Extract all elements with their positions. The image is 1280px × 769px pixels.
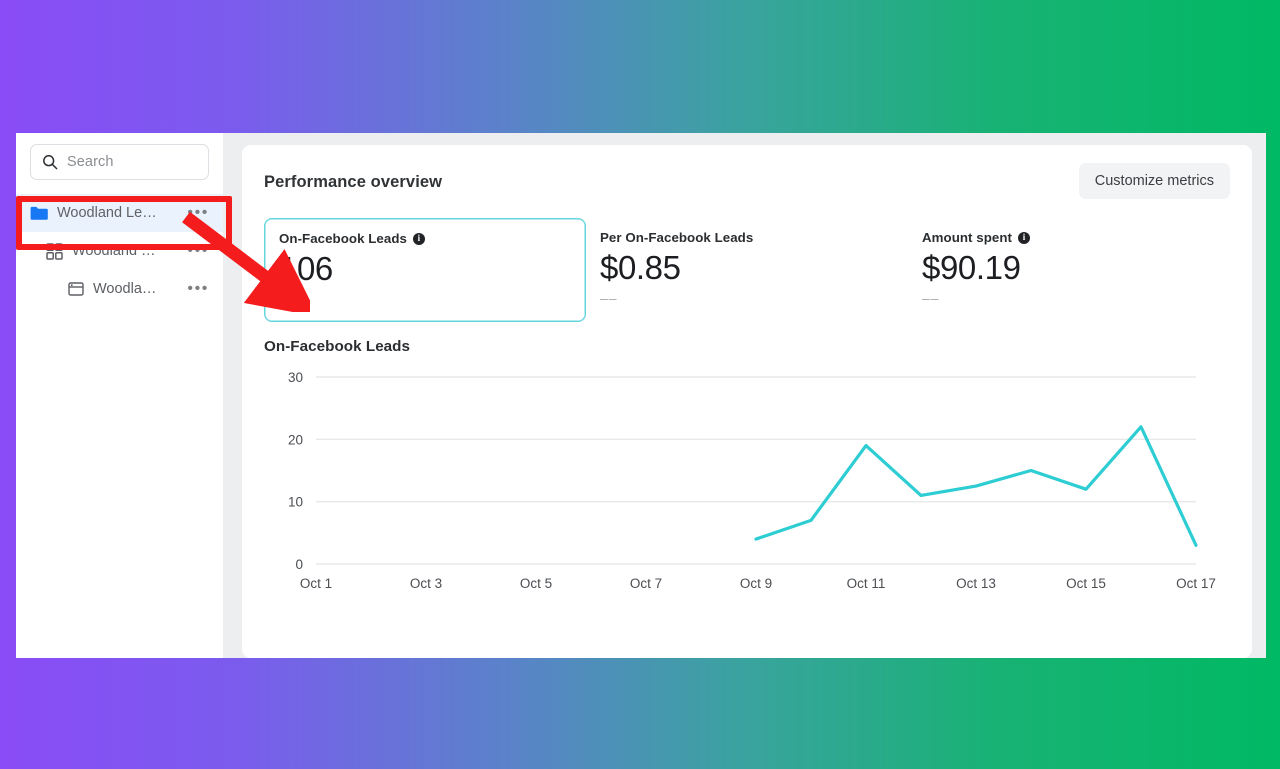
svg-text:30: 30 <box>288 370 303 385</box>
search-icon <box>42 154 58 170</box>
page-title: Performance overview <box>264 173 443 191</box>
svg-text:10: 10 <box>288 495 303 510</box>
panel-gutter <box>223 133 242 658</box>
sidebar-item-menu-button[interactable]: ••• <box>187 243 213 259</box>
search-input[interactable]: Search <box>30 144 209 180</box>
sidebar-item-label: Woodland Le… <box>57 205 157 221</box>
sidebar-item-menu-button[interactable]: ••• <box>187 281 213 297</box>
metric-card-amount-spent[interactable]: Amount spent i $90.19 –– <box>908 218 1230 322</box>
info-icon[interactable]: i <box>1017 231 1030 244</box>
svg-text:Oct 9: Oct 9 <box>740 576 772 591</box>
svg-text:Oct 13: Oct 13 <box>956 576 996 591</box>
metric-value: 106 <box>279 250 333 287</box>
svg-text:Oct 7: Oct 7 <box>630 576 662 591</box>
sidebar-item-label: Woodla… <box>93 281 157 297</box>
sidebar-item-ad-set[interactable]: Woodland … ••• <box>16 232 223 270</box>
info-icon[interactable]: i <box>412 232 425 245</box>
leads-line-chart[interactable]: 0 10 20 30 Oct 1 Oct 3 Oct 5 Oct 7 Oct 9 Oct 11 Oc… <box>264 367 1224 602</box>
sidebar-nav: Woodland Le… ••• Woodland … ••• Woodla… … <box>16 194 223 308</box>
main-panel: Performance overview Customize metrics O… <box>242 133 1266 658</box>
metric-subvalue: –– <box>922 290 940 307</box>
grid-icon <box>46 242 63 260</box>
metric-subvalue: –– <box>600 290 618 307</box>
performance-overview-card: Performance overview Customize metrics O… <box>242 145 1252 658</box>
metric-card-on-facebook-leads[interactable]: On-Facebook Leads i 106 –– <box>264 218 586 323</box>
metric-value: $0.85 <box>600 249 681 286</box>
sidebar: Search Woodland Le… ••• Woodland … ••• W… <box>16 133 223 658</box>
metric-label: Per On-Facebook Leads <box>600 230 754 245</box>
chart-area[interactable]: 0 10 20 30 Oct 1 Oct 3 Oct 5 Oct 7 Oct 9 Oct 11 Oc… <box>264 367 1230 602</box>
svg-text:Oct 1: Oct 1 <box>300 576 332 591</box>
card-header: Performance overview Customize metrics <box>264 163 1230 199</box>
svg-text:Oct 17: Oct 17 <box>1176 576 1216 591</box>
metric-card-per-on-facebook-leads[interactable]: Per On-Facebook Leads $0.85 –– <box>586 218 908 322</box>
search-container: Search <box>16 144 223 180</box>
svg-text:Oct 3: Oct 3 <box>410 576 442 591</box>
svg-text:Oct 15: Oct 15 <box>1066 576 1106 591</box>
sidebar-item-label: Woodland … <box>72 243 156 259</box>
metric-label-row: Per On-Facebook Leads <box>600 230 894 245</box>
svg-text:20: 20 <box>288 433 303 448</box>
metric-label: On-Facebook Leads <box>279 231 407 246</box>
sidebar-item-menu-button[interactable]: ••• <box>187 205 213 221</box>
sidebar-item-campaign-folder[interactable]: Woodland Le… ••• <box>16 194 223 232</box>
sidebar-item-ad[interactable]: Woodla… ••• <box>16 270 223 308</box>
folder-icon <box>30 206 48 221</box>
metric-label-row: Amount spent i <box>922 230 1216 245</box>
chart-title: On-Facebook Leads <box>264 338 411 356</box>
metric-value: $90.19 <box>922 249 1021 286</box>
search-placeholder: Search <box>67 154 114 170</box>
metric-label: Amount spent <box>922 230 1012 245</box>
app-window: Search Woodland Le… ••• Woodland … ••• W… <box>16 133 1266 658</box>
window-icon <box>68 281 84 297</box>
metrics-row: On-Facebook Leads i 106 –– Per On-Facebo… <box>264 218 1230 323</box>
svg-text:Oct 5: Oct 5 <box>520 576 552 591</box>
svg-text:Oct 11: Oct 11 <box>847 576 886 591</box>
customize-metrics-button[interactable]: Customize metrics <box>1078 163 1230 199</box>
chart-block: On-Facebook Leads 0 10 20 30 Oct 1 Oct 3 Oct 5… <box>264 338 1230 602</box>
metric-subvalue: –– <box>279 291 297 308</box>
metric-label-row: On-Facebook Leads i <box>279 231 571 246</box>
svg-text:0: 0 <box>295 557 303 572</box>
